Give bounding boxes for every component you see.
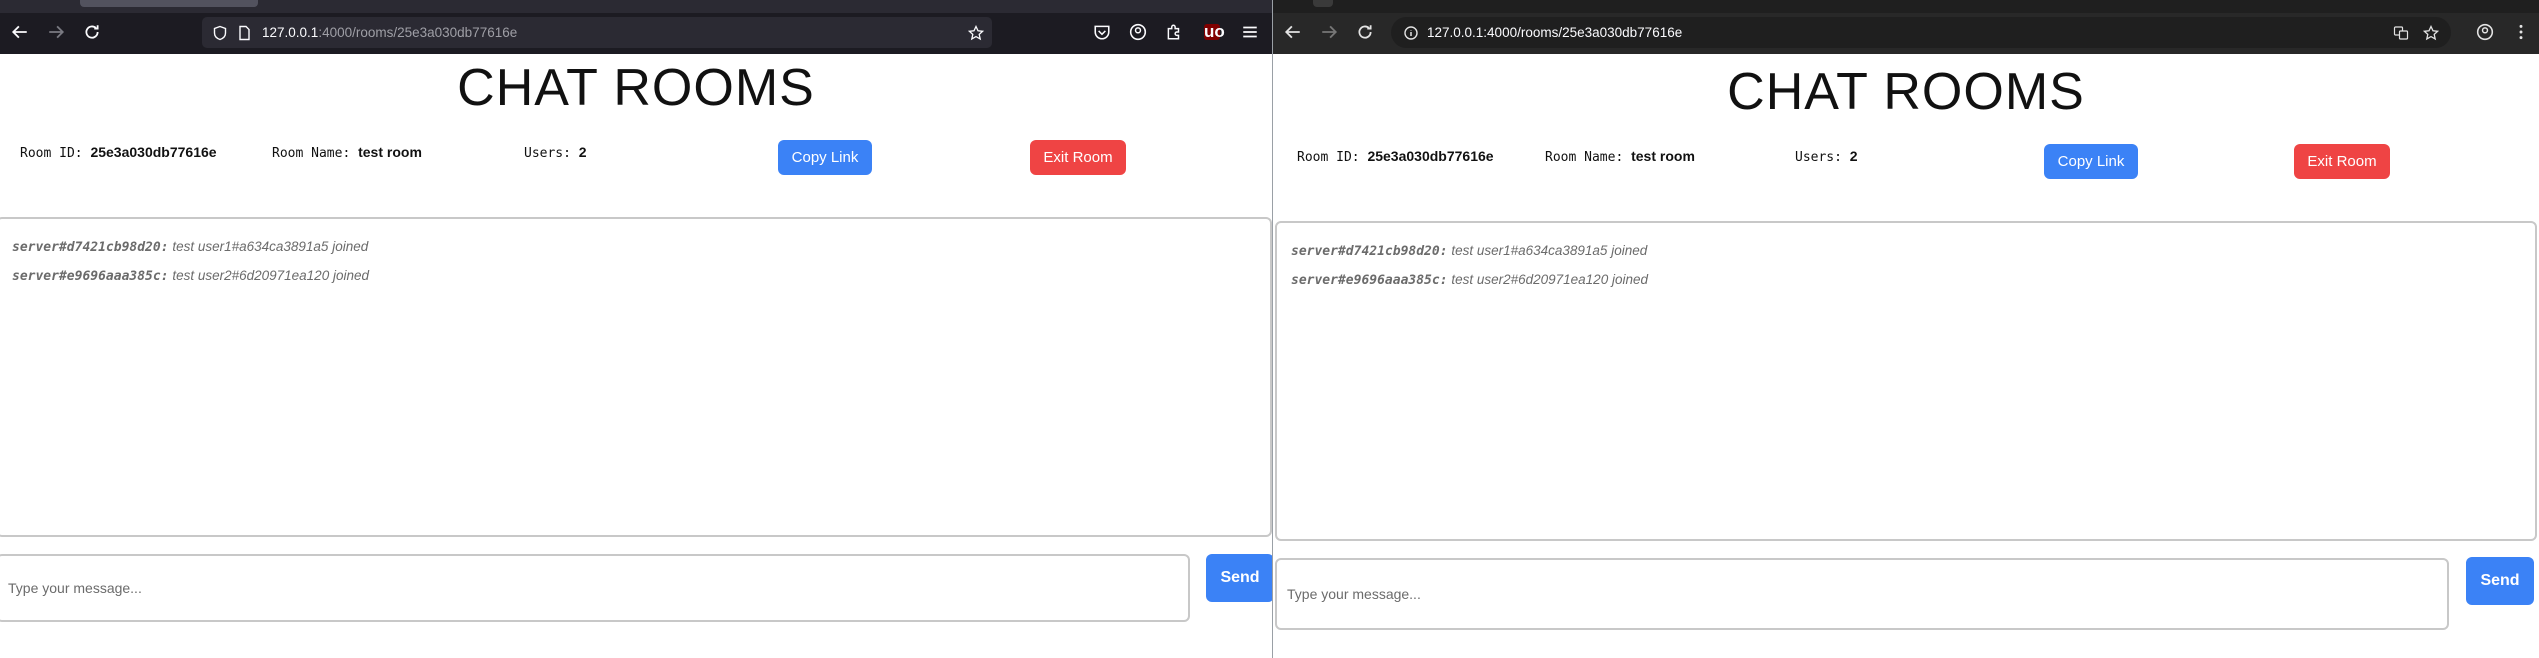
star-icon[interactable] (2421, 23, 2441, 43)
room-name-value: test room (1631, 148, 1695, 164)
message-text: test user2#6d20971ea120 joined (1451, 272, 1648, 287)
browser-tab[interactable] (80, 0, 258, 7)
send-button[interactable]: Send (2466, 557, 2534, 605)
users-count: 2 (578, 144, 587, 160)
chat-room-page: CHAT ROOMS Room ID: 25e3a030db77616e Roo… (0, 54, 1272, 658)
send-button[interactable]: Send (1206, 554, 1272, 602)
users-info: Users: 2 (1795, 148, 1858, 165)
room-name-info: Room Name: test room (1545, 148, 1695, 165)
message-input[interactable] (1275, 558, 2449, 630)
tab-strip (0, 0, 1272, 13)
copy-link-button[interactable]: Copy Link (2044, 144, 2138, 179)
info-icon[interactable] (1401, 23, 1421, 43)
users-info: Users: 2 (524, 144, 587, 161)
exit-room-button[interactable]: Exit Room (1030, 140, 1126, 175)
reload-icon[interactable] (1353, 20, 1377, 44)
reload-icon[interactable] (80, 20, 104, 44)
message-sender: server#e9696aaa385c: (12, 269, 169, 284)
translate-icon[interactable] (2391, 23, 2411, 43)
ublock-icon[interactable]: uo (1204, 23, 1225, 40)
browser-window-right: 127.0.0.1:4000/rooms/25e3a030db77616e CH… (1273, 0, 2539, 658)
chat-messages-box[interactable]: server#d7421cb98d20: test user1#a634ca38… (1275, 221, 2537, 541)
room-name-value: test room (358, 144, 422, 160)
browser-tab[interactable] (1313, 0, 1333, 7)
back-arrow-icon[interactable] (1281, 20, 1305, 44)
browser-window-left: 127.0.0.1:4000/rooms/25e3a030db77616e uo… (0, 0, 1272, 658)
room-name-label: Room Name: (272, 146, 351, 161)
address-bar[interactable]: 127.0.0.1:4000/rooms/25e3a030db77616e (202, 17, 992, 48)
room-id-info: Room ID: 25e3a030db77616e (1297, 148, 1494, 165)
forward-arrow-icon[interactable] (1317, 20, 1341, 44)
message-text: test user1#a634ca3891a5 joined (172, 239, 369, 254)
exit-room-button[interactable]: Exit Room (2294, 144, 2390, 179)
room-id-label: Room ID: (1297, 150, 1360, 165)
address-bar[interactable]: 127.0.0.1:4000/rooms/25e3a030db77616e (1391, 17, 2451, 48)
page-icon[interactable] (234, 23, 254, 43)
page-title: CHAT ROOMS (457, 59, 815, 117)
url-text[interactable]: 127.0.0.1:4000/rooms/25e3a030db77616e (262, 17, 517, 48)
url-host: 127.0.0.1 (262, 25, 319, 40)
chat-message: server#d7421cb98d20: test user1#a634ca38… (12, 239, 368, 255)
users-label: Users: (524, 146, 571, 161)
copy-link-button[interactable]: Copy Link (778, 140, 872, 175)
room-id-label: Room ID: (20, 146, 83, 161)
tab-strip (1273, 0, 2539, 13)
browser-toolbar: 127.0.0.1:4000/rooms/25e3a030db77616e uo (0, 0, 1272, 54)
shield-icon[interactable] (210, 23, 230, 43)
room-id-info: Room ID: 25e3a030db77616e (20, 144, 217, 161)
url-text[interactable]: 127.0.0.1:4000/rooms/25e3a030db77616e (1427, 17, 1682, 48)
room-name-label: Room Name: (1545, 150, 1624, 165)
forward-arrow-icon[interactable] (44, 20, 68, 44)
chat-room-page: CHAT ROOMS Room ID: 25e3a030db77616e Roo… (1273, 54, 2539, 658)
room-name-info: Room Name: test room (272, 144, 422, 161)
message-sender: server#d7421cb98d20: (1291, 244, 1448, 259)
chat-messages-box[interactable]: server#d7421cb98d20: test user1#a634ca38… (0, 217, 1272, 537)
chat-message: server#e9696aaa385c: test user2#6d20971e… (12, 268, 369, 284)
message-text: test user1#a634ca3891a5 joined (1451, 243, 1648, 258)
back-arrow-icon[interactable] (8, 20, 32, 44)
star-icon[interactable] (966, 23, 986, 43)
menu-icon[interactable] (1238, 20, 1262, 44)
extensions-icon[interactable] (1162, 20, 1186, 44)
page-title: CHAT ROOMS (1727, 63, 2085, 121)
account-icon[interactable] (1126, 20, 1150, 44)
users-count: 2 (1849, 148, 1858, 164)
kebab-menu-icon[interactable] (2509, 20, 2533, 44)
message-sender: server#d7421cb98d20: (12, 240, 169, 255)
browser-toolbar: 127.0.0.1:4000/rooms/25e3a030db77616e (1273, 0, 2539, 54)
message-text: test user2#6d20971ea120 joined (172, 268, 369, 283)
message-sender: server#e9696aaa385c: (1291, 273, 1448, 288)
profile-icon[interactable] (2473, 20, 2497, 44)
message-input[interactable] (0, 554, 1190, 622)
room-id-value: 25e3a030db77616e (90, 144, 217, 160)
users-label: Users: (1795, 150, 1842, 165)
chat-message: server#d7421cb98d20: test user1#a634ca38… (1291, 243, 1647, 259)
pocket-icon[interactable] (1090, 20, 1114, 44)
chat-message: server#e9696aaa385c: test user2#6d20971e… (1291, 272, 1648, 288)
url-path: :4000/rooms/25e3a030db77616e (318, 25, 518, 40)
room-id-value: 25e3a030db77616e (1367, 148, 1494, 164)
